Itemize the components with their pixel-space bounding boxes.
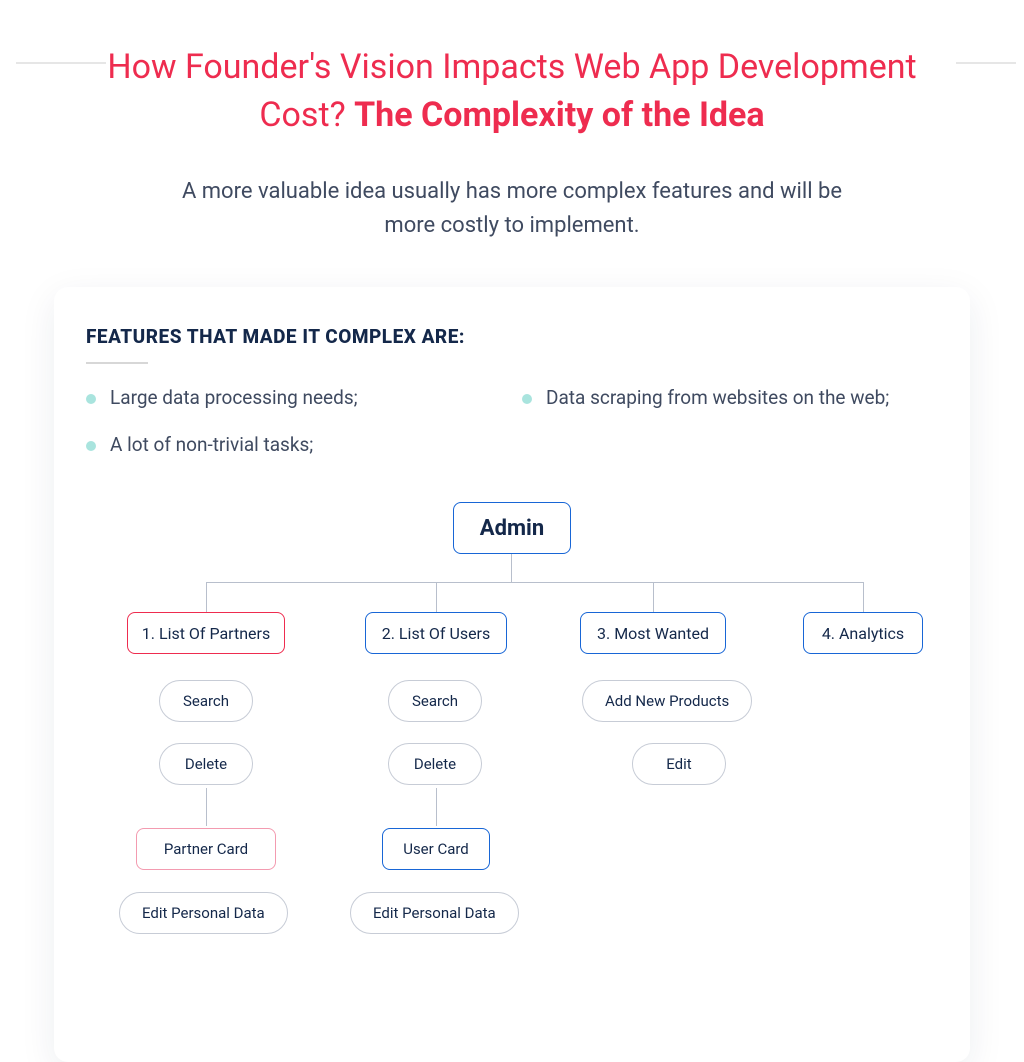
page-title: How Founder's Vision Impacts Web App Dev… — [102, 44, 922, 139]
node-partners-search: Search — [159, 680, 253, 722]
connector — [653, 582, 654, 612]
section-heading: FEATURES THAT MADE IT COMPLEX ARE: — [86, 325, 938, 348]
node-partners-edit-personal-data: Edit Personal Data — [119, 892, 288, 934]
bullet-item: Data scraping from websites on the web; — [522, 386, 938, 409]
node-list-of-users: 2. List Of Users — [365, 612, 507, 654]
admin-diagram: Admin 1. List Of Partners 2. List Of Use… — [86, 502, 938, 1012]
node-partner-card: Partner Card — [136, 828, 276, 870]
connector — [863, 582, 864, 612]
node-users-edit-personal-data: Edit Personal Data — [350, 892, 519, 934]
bullet-text: Large data processing needs; — [110, 386, 358, 409]
decorative-line-left — [16, 62, 106, 64]
bullet-item: Large data processing needs; — [86, 386, 502, 409]
node-admin-root: Admin — [453, 502, 571, 554]
title-block: How Founder's Vision Impacts Web App Dev… — [0, 0, 1024, 139]
connector — [436, 582, 437, 612]
title-bold: The Complexity of the Idea — [354, 95, 764, 135]
node-list-of-partners: 1. List Of Partners — [127, 612, 285, 654]
bullet-item: A lot of non-trivial tasks; — [86, 433, 502, 456]
connector — [436, 788, 437, 826]
bullet-dot-icon — [86, 441, 96, 451]
node-partners-delete: Delete — [159, 743, 253, 785]
connector — [206, 582, 863, 583]
node-most-wanted: 3. Most Wanted — [580, 612, 726, 654]
bullet-text: Data scraping from websites on the web; — [546, 386, 889, 409]
content-card: FEATURES THAT MADE IT COMPLEX ARE: Large… — [54, 287, 970, 1062]
page-subtitle: A more valuable idea usually has more co… — [162, 175, 862, 243]
connector — [511, 554, 512, 582]
node-most-wanted-edit: Edit — [632, 743, 726, 785]
bullet-dot-icon — [522, 394, 532, 404]
node-users-search: Search — [388, 680, 482, 722]
node-users-delete: Delete — [388, 743, 482, 785]
connector — [206, 788, 207, 826]
section-underline — [86, 362, 148, 364]
bullet-text: A lot of non-trivial tasks; — [110, 433, 313, 456]
bullet-list: Large data processing needs; Data scrapi… — [86, 386, 938, 456]
node-analytics: 4. Analytics — [803, 612, 923, 654]
node-user-card: User Card — [382, 828, 490, 870]
decorative-line-right — [956, 62, 1016, 64]
connector — [206, 582, 207, 612]
node-add-new-products: Add New Products — [582, 680, 752, 722]
bullet-dot-icon — [86, 394, 96, 404]
